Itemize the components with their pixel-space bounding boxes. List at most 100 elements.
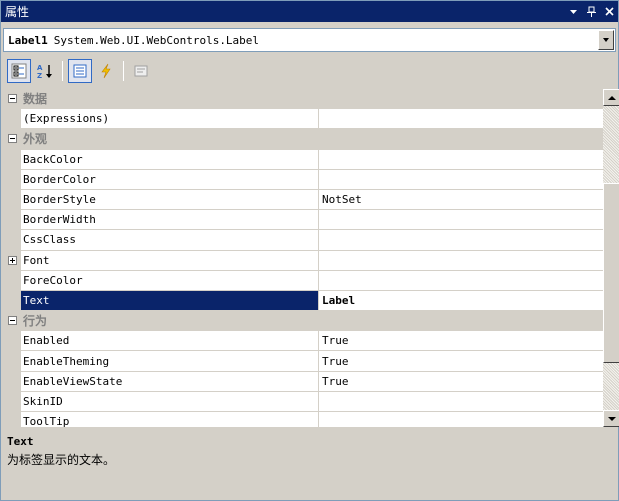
row-gutter [3, 169, 21, 189]
row-gutter [3, 210, 21, 230]
description-text: 为标签显示的文本。 [7, 453, 116, 467]
property-name: SkinID [21, 391, 319, 411]
expand-icon[interactable] [7, 255, 17, 265]
scroll-down-button[interactable] [603, 410, 619, 427]
auto-hide-pin-icon[interactable] [582, 3, 600, 21]
property-value[interactable] [319, 230, 603, 249]
property-row[interactable]: Enabled True [3, 331, 603, 352]
property-value[interactable] [319, 412, 603, 427]
row-gutter [3, 270, 21, 290]
row-gutter [3, 109, 21, 129]
categorized-button[interactable] [7, 59, 31, 83]
row-gutter [3, 412, 21, 427]
object-name: Label1 [8, 33, 48, 47]
category-row[interactable]: 数据 [3, 89, 603, 110]
property-name: BorderColor [21, 169, 319, 189]
property-grid: 数据 (Expressions) 外观 BackColor BorderColor Bor… [3, 89, 603, 427]
property-row[interactable]: BorderStyle NotSet [3, 189, 603, 211]
property-name: EnableViewState [21, 371, 319, 391]
properties-window: 属性 Label1 System.Web.UI.WebControls.Labe… [0, 0, 619, 501]
property-row[interactable]: BackColor [3, 149, 603, 170]
category-row[interactable]: 行为 [3, 311, 603, 332]
property-value[interactable] [319, 170, 603, 189]
property-row[interactable]: Text Label [3, 290, 603, 312]
category-row[interactable]: 外观 [3, 129, 603, 150]
row-gutter [3, 331, 21, 351]
property-row[interactable]: ForeColor [3, 270, 603, 291]
object-type: System.Web.UI.WebControls.Label [53, 33, 260, 47]
events-button[interactable] [94, 59, 118, 83]
property-row[interactable]: SkinID [3, 391, 603, 412]
property-pages-button[interactable] [129, 59, 153, 83]
property-value[interactable] [319, 210, 603, 229]
property-value[interactable]: True [319, 372, 603, 391]
property-row[interactable]: (Expressions) [3, 109, 603, 130]
property-value[interactable]: NotSet [319, 190, 603, 209]
property-name: EnableTheming [21, 351, 319, 371]
property-name: Font [21, 250, 319, 270]
property-name: ForeColor [21, 270, 319, 290]
property-name: BorderStyle [21, 189, 319, 210]
chevron-down-icon [603, 38, 609, 42]
toolbar-separator [62, 61, 63, 81]
row-gutter [3, 250, 21, 270]
property-value[interactable] [319, 150, 603, 169]
row-gutter [3, 89, 21, 109]
property-value[interactable] [319, 271, 603, 290]
svg-text:Z: Z [37, 72, 42, 79]
property-name: ToolTip [21, 412, 319, 427]
property-name: BackColor [21, 149, 319, 169]
row-gutter [3, 290, 21, 311]
description-splitter[interactable] [1, 427, 618, 430]
property-value[interactable]: True [319, 351, 603, 370]
scrollbar-thumb[interactable] [603, 183, 619, 363]
category-label: 外观 [23, 132, 48, 147]
property-pages-icon [134, 65, 148, 77]
title-bar[interactable]: 属性 [1, 1, 618, 22]
property-row[interactable]: CssClass [3, 230, 603, 251]
property-value[interactable] [319, 251, 603, 270]
categorized-icon [11, 63, 27, 79]
properties-icon [73, 64, 87, 78]
properties-button[interactable] [68, 59, 92, 83]
row-gutter [3, 149, 21, 169]
events-icon [101, 63, 111, 79]
property-value[interactable]: True [319, 331, 603, 350]
vertical-scrollbar[interactable] [603, 89, 619, 427]
collapse-icon[interactable] [7, 316, 17, 326]
object-selector-dropdown-button[interactable] [598, 30, 614, 50]
property-value[interactable] [319, 392, 603, 411]
arrow-down-icon [607, 416, 616, 421]
property-row[interactable]: BorderWidth [3, 210, 603, 231]
property-row[interactable]: EnableViewState True [3, 371, 603, 392]
arrow-up-icon [607, 95, 616, 100]
row-gutter [3, 391, 21, 411]
description-title: Text [7, 435, 34, 448]
window-position-icon[interactable] [564, 3, 582, 21]
object-selector[interactable]: Label1 System.Web.UI.WebControls.Label [3, 28, 616, 52]
property-value[interactable]: Label [319, 291, 603, 310]
row-gutter [3, 371, 21, 391]
collapse-icon[interactable] [7, 134, 17, 144]
property-name: Text [21, 290, 319, 311]
property-value[interactable] [319, 109, 603, 128]
properties-toolbar: A Z [3, 55, 616, 87]
category-label: 数据 [23, 92, 48, 107]
property-name: BorderWidth [21, 210, 319, 230]
alphabetical-button[interactable]: A Z [33, 59, 57, 83]
close-icon[interactable] [600, 3, 618, 21]
property-row[interactable]: ToolTip [3, 412, 603, 427]
collapse-icon[interactable] [7, 94, 17, 104]
category-label: 行为 [23, 314, 48, 329]
property-row[interactable]: Font [3, 250, 603, 271]
scroll-up-button[interactable] [603, 89, 619, 106]
toolbar-separator [123, 61, 124, 81]
property-name: Enabled [21, 331, 319, 351]
row-gutter [3, 230, 21, 250]
row-gutter [3, 351, 21, 371]
description-pane: Text 为标签显示的文本。 [3, 431, 616, 499]
row-gutter [3, 311, 21, 331]
property-row[interactable]: BorderColor [3, 169, 603, 190]
window-title: 属性 [5, 5, 30, 19]
property-row[interactable]: EnableTheming True [3, 351, 603, 372]
